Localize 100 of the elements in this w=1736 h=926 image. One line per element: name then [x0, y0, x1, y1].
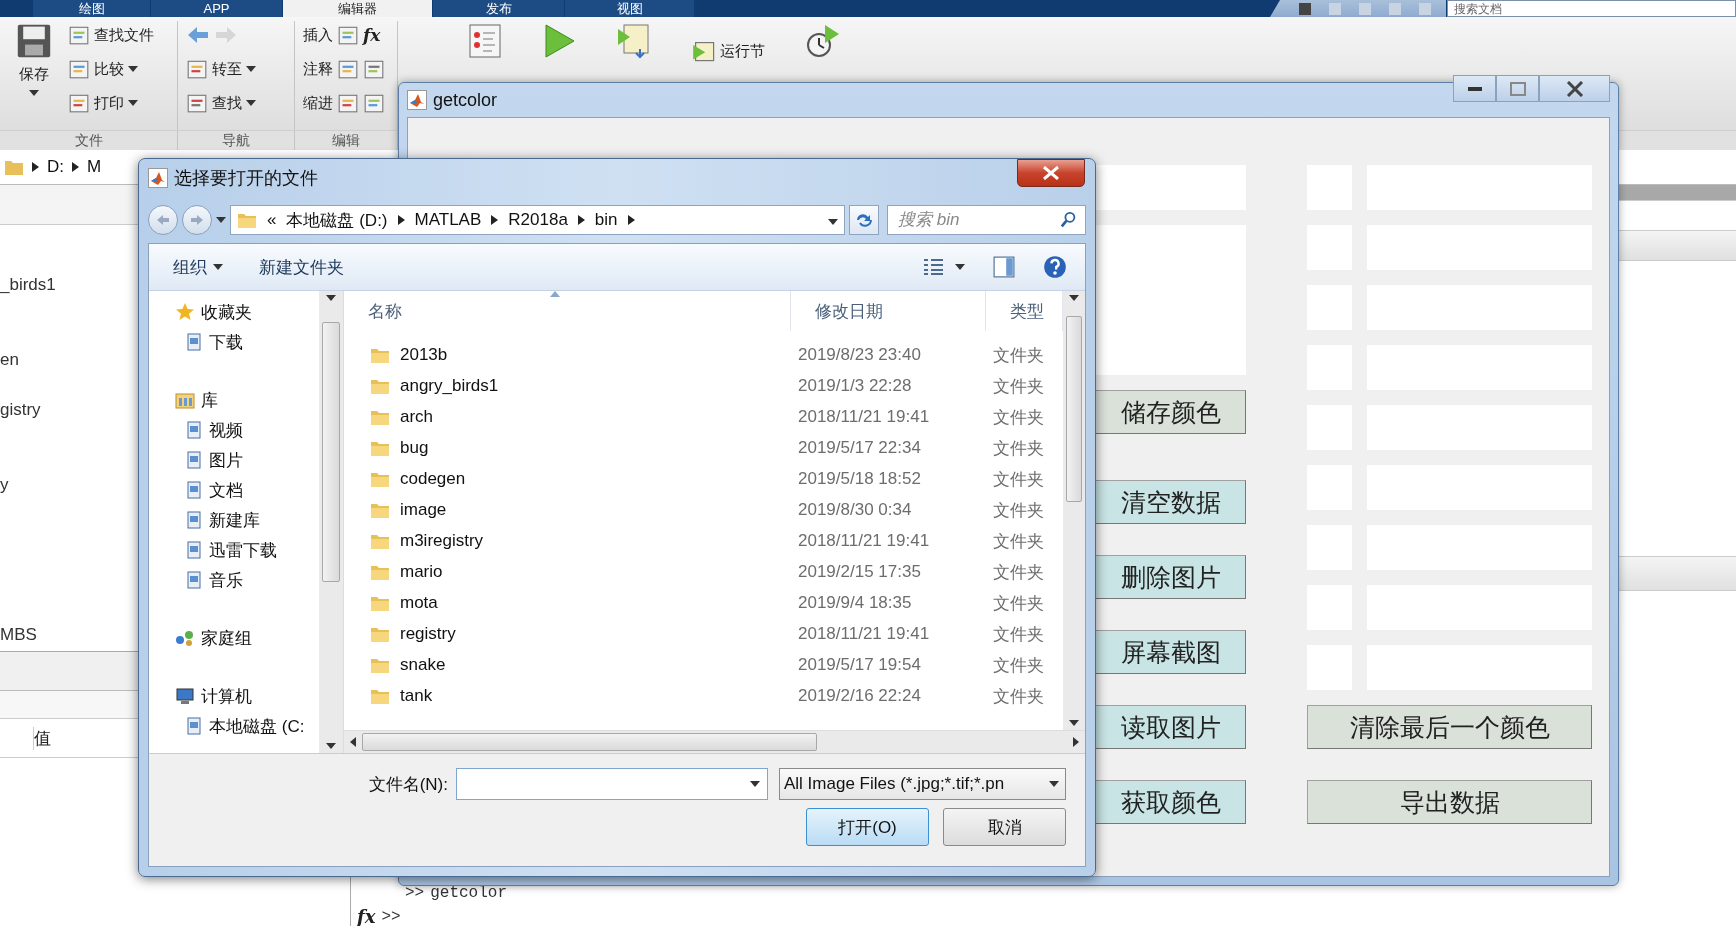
matlab-logo-icon — [407, 90, 427, 110]
nav-item[interactable]: 迅雷下载 — [149, 535, 319, 565]
save-button[interactable]: 保存 — [8, 21, 60, 130]
path-segment[interactable]: bin — [594, 210, 618, 230]
back-button[interactable] — [148, 205, 178, 235]
file-row[interactable]: arch 2018/11/21 19:41 文件夹 — [344, 403, 1063, 431]
forward-arrow-icon — [214, 25, 238, 45]
folder-name[interactable]: MBS — [0, 625, 37, 644]
gui-button[interactable]: 清空数据 — [1095, 480, 1246, 524]
scrollbar[interactable] — [319, 291, 343, 753]
quick-access-icon — [1358, 1, 1372, 16]
text-field[interactable] — [1095, 165, 1246, 210]
toolbar-button[interactable]: 新建文件夹 — [259, 255, 344, 279]
quick-access-icon — [1418, 1, 1432, 16]
help-icon — [1043, 255, 1067, 279]
folder-icon — [370, 501, 390, 519]
nav-item[interactable]: 家庭组 — [149, 623, 319, 653]
caret-icon — [750, 781, 760, 787]
prompt: >> — [405, 885, 425, 901]
ribbon-label[interactable]: 注释 — [303, 59, 333, 79]
path-segment[interactable]: 本地磁盘 (D:) — [286, 208, 388, 232]
column-header[interactable]: 修改日期 — [791, 291, 986, 331]
folder-name[interactable]: y — [0, 475, 9, 494]
gui-button[interactable]: 删除图片 — [1095, 555, 1246, 599]
nav-item[interactable]: 新建库 — [149, 505, 319, 535]
refresh-button[interactable] — [849, 205, 879, 235]
toolbar-button[interactable]: 组织 — [173, 255, 223, 279]
horizontal-scrollbar[interactable] — [344, 730, 1085, 753]
nav-item[interactable]: 收藏夹 — [149, 297, 319, 327]
ribbon-button[interactable]: 打印 — [68, 89, 154, 117]
dropdown-caret-icon — [828, 219, 838, 225]
caret-icon — [213, 264, 223, 270]
file-row[interactable]: m3iregistry 2018/11/21 19:41 文件夹 — [344, 527, 1063, 555]
nav-item[interactable]: 本地磁盘 (C: — [149, 711, 319, 741]
file-row[interactable]: image 2019/8/30 0:34 文件夹 — [344, 496, 1063, 524]
gui-button[interactable]: 读取图片 — [1095, 705, 1246, 749]
preview-pane-icon — [993, 256, 1015, 278]
folder-name[interactable]: en — [0, 350, 19, 369]
file-row[interactable]: mota 2019/9/4 18:35 文件夹 — [344, 589, 1063, 617]
ribbon-label[interactable]: 缩进 — [303, 93, 333, 113]
file-row[interactable]: tank 2019/2/16 22:24 文件夹 — [344, 682, 1063, 710]
gui-button[interactable]: 清除最后一个颜色 — [1307, 705, 1592, 749]
file-row[interactable]: 2013b 2019/8/23 23:40 文件夹 — [344, 341, 1063, 369]
file-row[interactable]: bug 2019/5/17 22:34 文件夹 — [344, 434, 1063, 462]
function-browser-button[interactable]: fx — [357, 909, 376, 925]
dialog-button[interactable]: 打开(O) — [806, 808, 929, 846]
file-type-dropdown[interactable]: All Image Files (*.jpg;*.tif;*.pn — [779, 768, 1066, 800]
ribbon-tab[interactable]: 发布 — [433, 0, 564, 17]
ribbon-tab[interactable]: 绘图 — [33, 0, 150, 17]
ribbon-tab[interactable]: 编辑器 — [283, 0, 432, 17]
document-icon — [185, 570, 203, 590]
address-segment[interactable]: D: — [47, 157, 64, 177]
ribbon-tab[interactable]: APP — [151, 0, 282, 17]
forward-button[interactable] — [182, 205, 212, 235]
insert-function-button[interactable]: fx — [363, 25, 381, 45]
gui-button[interactable]: 获取颜色 — [1095, 780, 1246, 824]
ribbon-label[interactable]: 插入 — [303, 25, 333, 45]
document-icon — [185, 450, 203, 470]
nav-item[interactable]: 文档 — [149, 475, 319, 505]
nav-item[interactable]: 音乐 — [149, 565, 319, 595]
nav-item[interactable]: 图片 — [149, 445, 319, 475]
scrollbar[interactable] — [1063, 291, 1085, 730]
path-field[interactable]: « 本地磁盘 (D:) MATLAB R2018a bin — [230, 205, 845, 235]
search-field[interactable]: 搜索文档 — [1447, 0, 1736, 17]
nav-item[interactable]: 视频 — [149, 415, 319, 445]
nav-item[interactable]: 库 — [149, 385, 319, 415]
search-field[interactable]: 搜索 bin — [887, 205, 1086, 235]
star-icon — [175, 302, 195, 322]
file-row[interactable]: mario 2019/2/15 17:35 文件夹 — [344, 558, 1063, 586]
ribbon-button[interactable]: 查找文件 — [68, 21, 154, 49]
folder-icon — [370, 656, 390, 674]
ribbon-button[interactable]: 查找 — [186, 89, 256, 117]
nav-item[interactable]: 下载 — [149, 327, 319, 357]
folder-name[interactable]: _birds1 — [0, 275, 56, 294]
close-button[interactable] — [1539, 75, 1610, 102]
run-section-button[interactable]: 运行节 — [692, 37, 765, 65]
dialog-button[interactable]: 取消 — [943, 808, 1066, 846]
nav-item[interactable]: 计算机 — [149, 681, 319, 711]
ribbon-button[interactable]: 比较 — [68, 55, 154, 83]
gui-button[interactable]: 储存颜色 — [1095, 390, 1246, 434]
scroll-up-icon — [326, 295, 336, 301]
gui-button[interactable]: 导出数据 — [1307, 780, 1592, 824]
file-row[interactable]: angry_birds1 2019/1/3 22:28 文件夹 — [344, 372, 1063, 400]
ribbon-button[interactable]: 转至 — [186, 55, 256, 83]
file-row[interactable]: registry 2018/11/21 19:41 文件夹 — [344, 620, 1063, 648]
toolbar-icon — [337, 58, 359, 80]
ribbon-tab[interactable]: 视图 — [565, 0, 694, 17]
filename-field[interactable] — [456, 768, 768, 800]
column-header[interactable]: 名称 — [344, 291, 791, 331]
path-segment[interactable]: R2018a — [508, 210, 568, 230]
gui-button[interactable]: 屏幕截图 — [1095, 630, 1246, 674]
file-row[interactable]: codegen 2019/5/18 18:52 文件夹 — [344, 465, 1063, 493]
address-segment[interactable]: M — [87, 157, 102, 177]
close-button[interactable] — [1017, 159, 1085, 187]
folder-name[interactable]: gistry — [0, 400, 41, 419]
scroll-up-icon — [1069, 295, 1079, 301]
file-row[interactable]: snake 2019/5/17 19:54 文件夹 — [344, 651, 1063, 679]
path-segment[interactable]: MATLAB — [414, 210, 482, 230]
path-overflow[interactable]: « — [267, 210, 277, 230]
minimize-button[interactable] — [1453, 75, 1496, 102]
